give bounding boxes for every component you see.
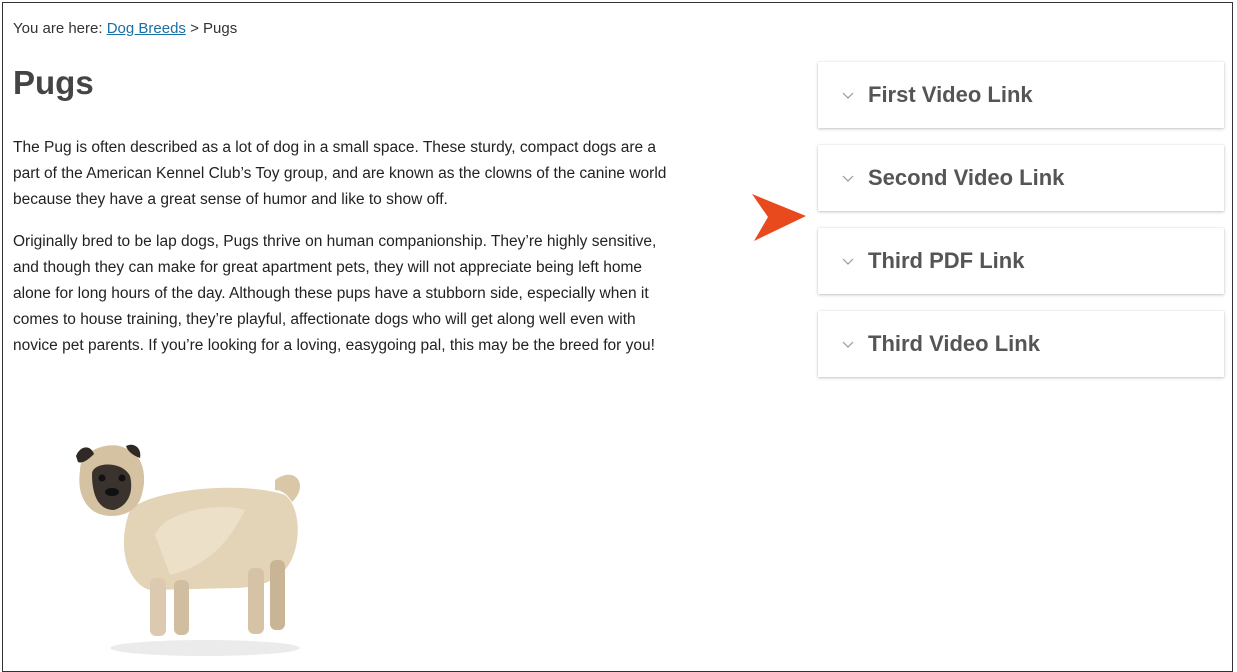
chevron-down-icon	[842, 258, 854, 265]
text-line: novice pet parents. If you’re looking fo…	[13, 337, 655, 354]
breadcrumb: You are here: Dog Breeds > Pugs	[13, 20, 237, 37]
video-links-accordion: First Video Link Second Video Link Third…	[818, 62, 1224, 394]
text-line: part of the American Kennel Club’s Toy g…	[13, 165, 667, 182]
accordion-item-third-video[interactable]: Third Video Link	[818, 311, 1224, 377]
paragraph-2: Originally bred to be lap dogs, Pugs thr…	[13, 229, 823, 359]
accordion-item-second-video[interactable]: Second Video Link	[818, 145, 1224, 211]
breadcrumb-separator: >	[190, 20, 199, 37]
breadcrumb-link-dog-breeds[interactable]: Dog Breeds	[107, 20, 186, 37]
paragraph-1: The Pug is often described as a lot of d…	[13, 135, 823, 213]
text-line: The Pug is often described as a lot of d…	[13, 139, 657, 156]
accordion-label: Second Video Link	[868, 165, 1065, 190]
chevron-down-icon	[842, 341, 854, 348]
accordion-item-third-pdf[interactable]: Third PDF Link	[818, 228, 1224, 294]
article-body: The Pug is often described as a lot of d…	[13, 135, 823, 375]
page-title: Pugs	[13, 64, 94, 101]
text-line: Originally bred to be lap dogs, Pugs thr…	[13, 233, 657, 250]
pug-image	[76, 444, 301, 656]
breadcrumb-prefix: You are here:	[13, 20, 103, 37]
chevron-down-icon	[842, 92, 854, 99]
breadcrumb-current: Pugs	[203, 20, 238, 37]
accordion-item-first-video[interactable]: First Video Link	[818, 62, 1224, 128]
accordion-label: Third Video Link	[868, 331, 1040, 356]
chevron-down-icon	[842, 175, 854, 182]
text-line: because they have a great sense of humor…	[13, 191, 448, 208]
text-line: comes to house training, they’re playful…	[13, 311, 636, 328]
accordion-label: First Video Link	[868, 82, 1033, 107]
pointer-arrow-icon	[752, 194, 806, 241]
accordion-label: Third PDF Link	[868, 248, 1025, 273]
text-line: alone for long hours of the day. Althoug…	[13, 285, 649, 302]
text-line: and though they can make for great apart…	[13, 259, 642, 276]
